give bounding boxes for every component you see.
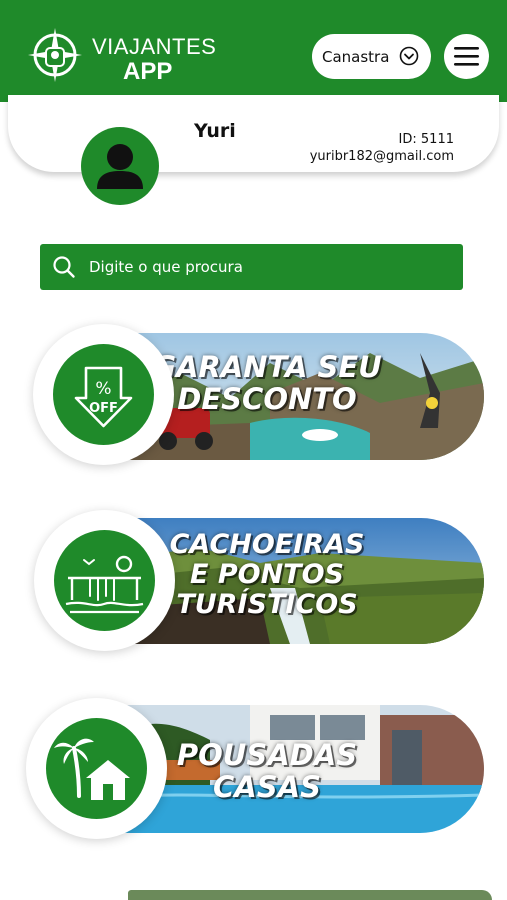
app-logo[interactable]: VIAJANTES APP: [22, 22, 222, 92]
menu-button[interactable]: [444, 34, 489, 79]
city-selector-value: Canastra: [322, 47, 390, 66]
waterfall-icon: [65, 555, 144, 614]
category-banner-pousadas[interactable]: POUSADAS CASAS: [0, 698, 507, 839]
user-name: Yuri: [194, 120, 236, 142]
category-icon-bg-cachoeiras: [54, 530, 155, 631]
hamburger-menu-icon: [454, 47, 479, 66]
category-banner-cachoeiras[interactable]: CACHOEIRAS E PONTOS TURÍSTICOS: [0, 510, 507, 651]
search-bar[interactable]: [40, 244, 463, 290]
avatar[interactable]: [81, 127, 159, 205]
search-input[interactable]: [89, 244, 449, 290]
palm-house-icon: [54, 738, 130, 800]
discount-tag-icon: % OFF: [74, 366, 133, 428]
logo-text-viajantes: VIAJANTES: [92, 34, 217, 59]
app-header: VIAJANTES APP Canastra: [0, 0, 507, 102]
category-banner-next[interactable]: [0, 890, 507, 900]
category-banner-desconto[interactable]: GARANTA SEU DESCONTO % OFF: [0, 324, 507, 465]
category-icon-bg-desconto: % OFF: [53, 344, 154, 445]
city-selector[interactable]: Canastra: [312, 34, 431, 79]
chevron-down-circle-icon: [399, 46, 419, 66]
banner-photo-next: [128, 890, 492, 900]
svg-text:%: %: [95, 379, 111, 399]
user-id: ID: 5111: [398, 132, 454, 147]
category-icon-bg-pousadas: [46, 718, 147, 819]
user-silhouette-icon: [97, 144, 143, 189]
search-icon: [53, 256, 75, 278]
svg-text:OFF: OFF: [89, 401, 118, 416]
logo-text-app: APP: [123, 58, 173, 85]
compass-globe-icon: [28, 28, 82, 82]
user-email: yuribr182@gmail.com: [309, 149, 454, 164]
